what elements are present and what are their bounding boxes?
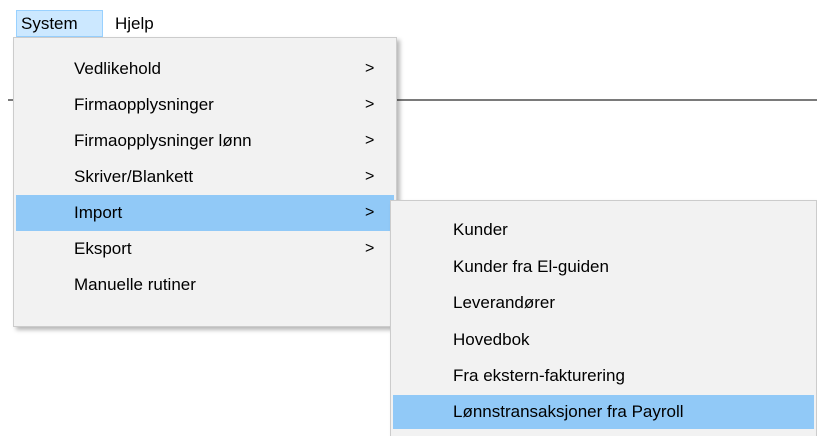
menu-item-label: Fra ekstern-fakturering (453, 366, 625, 385)
submenu-item-kunder-el-guiden[interactable]: Kunder fra El-guiden (393, 249, 814, 286)
menu-item-label: Manuelle rutiner (74, 275, 196, 294)
import-submenu: Kunder Kunder fra El-guiden Leverandører… (390, 200, 817, 436)
menu-item-label: Kunder fra El-guiden (453, 256, 609, 276)
menu-item-label: Skriver/Blankett (74, 167, 194, 186)
menu-item-eksport[interactable]: Eksport > (16, 231, 394, 267)
system-menu: Vedlikehold > Firmaopplysninger > Firmao… (13, 37, 397, 327)
submenu-arrow-icon: > (365, 60, 375, 77)
submenu-item-leverandorer[interactable]: Leverandører (393, 285, 814, 322)
submenu-item-ekstern-fakturering[interactable]: Fra ekstern-fakturering (393, 358, 814, 395)
menu-item-label: Firmaopplysninger lønn (74, 131, 252, 150)
menu-item-vedlikehold[interactable]: Vedlikehold > (16, 51, 394, 87)
menu-item-skriver-blankett[interactable]: Skriver/Blankett > (16, 159, 394, 195)
submenu-arrow-icon: > (365, 168, 375, 185)
menu-bar: System Hjelp (0, 0, 817, 40)
menu-item-label: Kunder (453, 220, 508, 239)
submenu-arrow-icon: > (365, 96, 375, 113)
menu-item-label: Leverandører (453, 293, 556, 312)
submenu-item-kunder[interactable]: Kunder (393, 212, 814, 249)
menu-item-label: Lønnstransaksjoner fra Payroll (453, 401, 684, 421)
menu-item-firmaopplysninger[interactable]: Firmaopplysninger > (16, 87, 394, 123)
menu-item-label: Vedlikehold (74, 59, 161, 78)
submenu-item-lonnstransaksjoner-payroll[interactable]: Lønnstransaksjoner fra Payroll (393, 394, 814, 429)
menubar-hjelp[interactable]: Hjelp (111, 10, 171, 37)
menu-item-label: Firmaopplysninger (74, 95, 214, 114)
submenu-arrow-icon: > (365, 204, 375, 221)
menu-item-manuelle-rutiner[interactable]: Manuelle rutiner (16, 267, 394, 303)
submenu-arrow-icon: > (365, 240, 375, 257)
menu-item-import[interactable]: Import > (16, 195, 394, 231)
menu-item-firmaopplysninger-lonn[interactable]: Firmaopplysninger lønn > (16, 123, 394, 159)
submenu-arrow-icon: > (365, 132, 375, 149)
menu-item-label: Import (74, 203, 123, 222)
menu-item-label: Eksport (74, 239, 132, 258)
menubar-system[interactable]: System (16, 10, 103, 37)
menu-item-label: Hovedbok (453, 329, 530, 349)
submenu-item-hovedbok[interactable]: Hovedbok (393, 322, 814, 359)
